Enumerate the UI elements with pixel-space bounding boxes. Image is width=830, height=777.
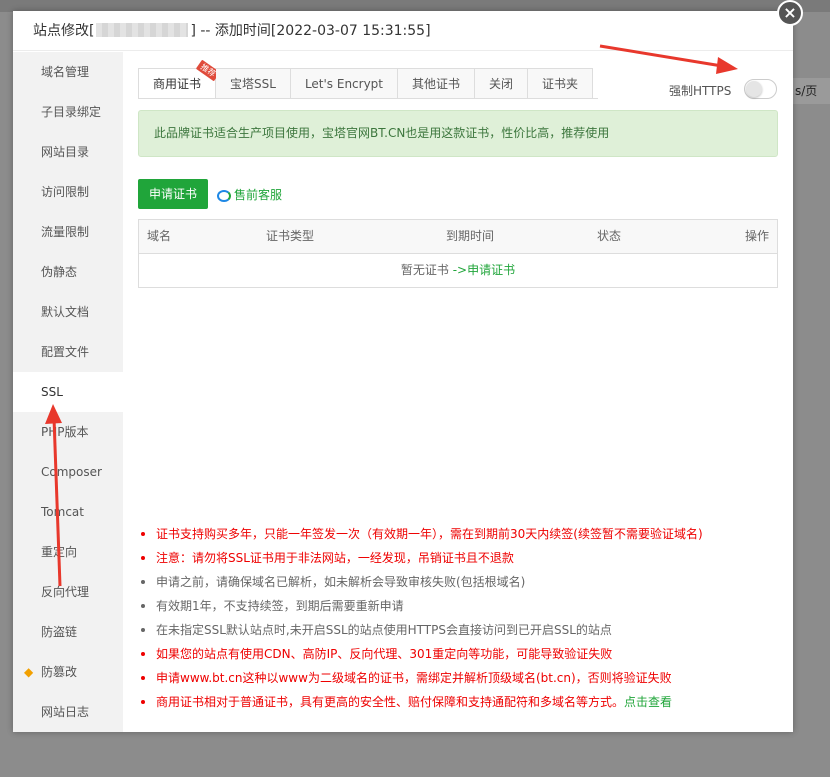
tip-item: 注意：请勿将SSL证书用于非法网站，一经发现，吊销证书且不退款 <box>138 546 778 570</box>
sidebar-item-label: Composer <box>41 465 102 479</box>
tip-item: 有效期1年，不支持续签，到期后需要重新申请 <box>138 594 778 618</box>
empty-text: 暂无证书 <box>400 263 449 277</box>
tab-label: 证书夹 <box>542 77 579 91</box>
toggle-knob <box>746 81 762 97</box>
col-cert-type: 证书类型 <box>266 229 315 243</box>
col-expire: 到期时间 <box>446 229 495 243</box>
sidebar-item-reverse-proxy[interactable]: 反向代理 <box>13 572 123 612</box>
presale-label: 售前客服 <box>234 188 283 202</box>
presale-support-link[interactable]: 售前客服 <box>217 186 282 203</box>
tip-item: 申请之前，请确保域名已解析，如未解析会导致审核失败(包括根域名) <box>138 570 778 594</box>
tab-close[interactable]: 关闭 <box>475 68 529 99</box>
table-header: 域名 证书类型 到期时间 状态 操作 <box>139 220 777 254</box>
sidebar-item-redirect[interactable]: 重定向 <box>13 532 123 572</box>
sidebar-item-php-version[interactable]: PHP版本 <box>13 412 123 452</box>
sidebar-item-label: 反向代理 <box>41 585 90 599</box>
tab-cert-folder[interactable]: 证书夹 <box>528 68 594 99</box>
tab-other-cert[interactable]: 其他证书 <box>398 68 476 99</box>
sidebar-item-label: 防盗链 <box>41 625 78 639</box>
tip-item: 如果您的站点有使用CDN、高防IP、反向代理、301重定向等功能，可能导致验证失… <box>138 642 778 666</box>
sidebar-item-label: SSL <box>41 385 63 399</box>
sidebar-item-traffic-limit[interactable]: 流量限制 <box>13 212 123 252</box>
sidebar-item-label: 网站日志 <box>41 705 90 719</box>
sidebar-item-rewrite[interactable]: 伪静态 <box>13 252 123 292</box>
table-empty-row: 暂无证书 ->申请证书 <box>139 254 777 287</box>
sidebar-item-site-log[interactable]: 网站日志 <box>13 692 123 732</box>
dialog-title: 站点修改[ ] -- 添加时间[2022-03-07 15:31:55] <box>13 11 793 51</box>
background-per-page-hint: s/页 <box>793 78 830 104</box>
tip-item: 商用证书相对于普通证书，具有更高的安全性、赔付保障和支持通配符和多域名等方式。点… <box>138 690 778 714</box>
sidebar-item-label: 流量限制 <box>41 225 90 239</box>
tip-text: 商用证书相对于普通证书，具有更高的安全性、赔付保障和支持通配符和多域名等方式。 <box>156 695 625 709</box>
sidebar-item-tomcat[interactable]: Tomcat <box>13 492 123 532</box>
sidebar-item-label: 子目录绑定 <box>41 105 102 119</box>
tab-label: Let's Encrypt <box>304 77 384 91</box>
col-domain: 域名 <box>147 229 172 243</box>
force-https-toggle[interactable] <box>744 79 777 99</box>
sidebar-item-label: 默认文档 <box>41 305 90 319</box>
sidebar-item-tamper-proof[interactable]: ◆ 防篡改 <box>13 652 123 692</box>
sidebar-item-label: 重定向 <box>41 545 78 559</box>
sidebar-item-label: PHP版本 <box>41 425 89 439</box>
sidebar-item-label: 域名管理 <box>41 65 90 79</box>
sidebar-item-domain[interactable]: 域名管理 <box>13 52 123 92</box>
sidebar-item-access-limit[interactable]: 访问限制 <box>13 172 123 212</box>
tip-item: 证书支持购买多年，只能一年签发一次（有效期一年），需在到期前30天内续签(续签暂… <box>138 522 778 546</box>
view-details-link[interactable]: 点击查看 <box>624 695 672 709</box>
dialog-title-prefix: 站点修改[ <box>33 23 95 39</box>
sidebar-item-label: 防篡改 <box>41 665 78 679</box>
ssl-tabs: 商用证书 推荐 宝塔SSL Let's Encrypt 其他证书 关闭 证书夹 <box>138 59 594 99</box>
gem-icon: ◆ <box>24 665 34 679</box>
empty-apply-link[interactable]: ->申请证书 <box>453 263 515 277</box>
tab-bt-ssl[interactable]: 宝塔SSL <box>216 68 291 99</box>
sidebar-item-site-dir[interactable]: 网站目录 <box>13 132 123 172</box>
col-status: 状态 <box>597 229 622 243</box>
col-actions: 操作 <box>744 229 769 243</box>
sidebar-item-subdir[interactable]: 子目录绑定 <box>13 92 123 132</box>
cert-table: 域名 证书类型 到期时间 状态 操作 暂无证书 ->申请证书 <box>138 219 778 288</box>
settings-sidebar: 域名管理 子目录绑定 网站目录 访问限制 流量限制 伪静态 默认文档 配置文件 … <box>13 52 123 732</box>
sidebar-item-hotlink[interactable]: 防盗链 <box>13 612 123 652</box>
cert-notice: 此品牌证书适合生产项目使用，宝塔官网BT.CN也是用这款证书，性价比高，推荐使用 <box>138 110 778 157</box>
chat-icon <box>217 190 231 202</box>
tab-divider <box>138 98 598 99</box>
tip-item: 申请www.bt.cn这种以www为二级域名的证书，需绑定并解析顶级域名(bt.… <box>138 666 778 690</box>
tab-label: 关闭 <box>489 77 514 91</box>
sidebar-item-config[interactable]: 配置文件 <box>13 332 123 372</box>
site-edit-dialog: 站点修改[ ] -- 添加时间[2022-03-07 15:31:55] 域名管理… <box>13 11 793 732</box>
sidebar-item-label: 网站目录 <box>41 145 90 159</box>
dialog-title-suffix: ] -- 添加时间[2022-03-07 15:31:55] <box>190 23 431 39</box>
force-https-label: 强制HTTPS <box>669 84 732 98</box>
tip-item: 在未指定SSL默认站点时,未开启SSL的站点使用HTTPS会直接访问到已开启SS… <box>138 618 778 642</box>
tab-label: 其他证书 <box>412 77 461 91</box>
sidebar-item-label: Tomcat <box>41 505 84 519</box>
sidebar-item-label: 配置文件 <box>41 345 90 359</box>
sidebar-item-label: 访问限制 <box>41 185 90 199</box>
close-dialog-button[interactable]: × <box>777 0 803 26</box>
sidebar-item-label: 伪静态 <box>41 265 78 279</box>
tab-lets-encrypt[interactable]: Let's Encrypt <box>290 68 399 99</box>
tab-label: 商用证书 <box>153 77 202 91</box>
sidebar-item-ssl[interactable]: SSL <box>13 372 123 412</box>
ssl-tips-list: 证书支持购买多年，只能一年签发一次（有效期一年），需在到期前30天内续签(续签暂… <box>138 522 778 714</box>
redacted-site-name <box>96 23 189 37</box>
apply-cert-button[interactable]: 申请证书 <box>138 179 208 209</box>
sidebar-item-default-doc[interactable]: 默认文档 <box>13 292 123 332</box>
tab-label: 宝塔SSL <box>230 77 276 91</box>
tab-commercial-cert[interactable]: 商用证书 推荐 <box>138 59 221 99</box>
ssl-panel: 商用证书 推荐 宝塔SSL Let's Encrypt 其他证书 关闭 证书夹 … <box>138 52 778 732</box>
sidebar-item-composer[interactable]: Composer <box>13 452 123 492</box>
